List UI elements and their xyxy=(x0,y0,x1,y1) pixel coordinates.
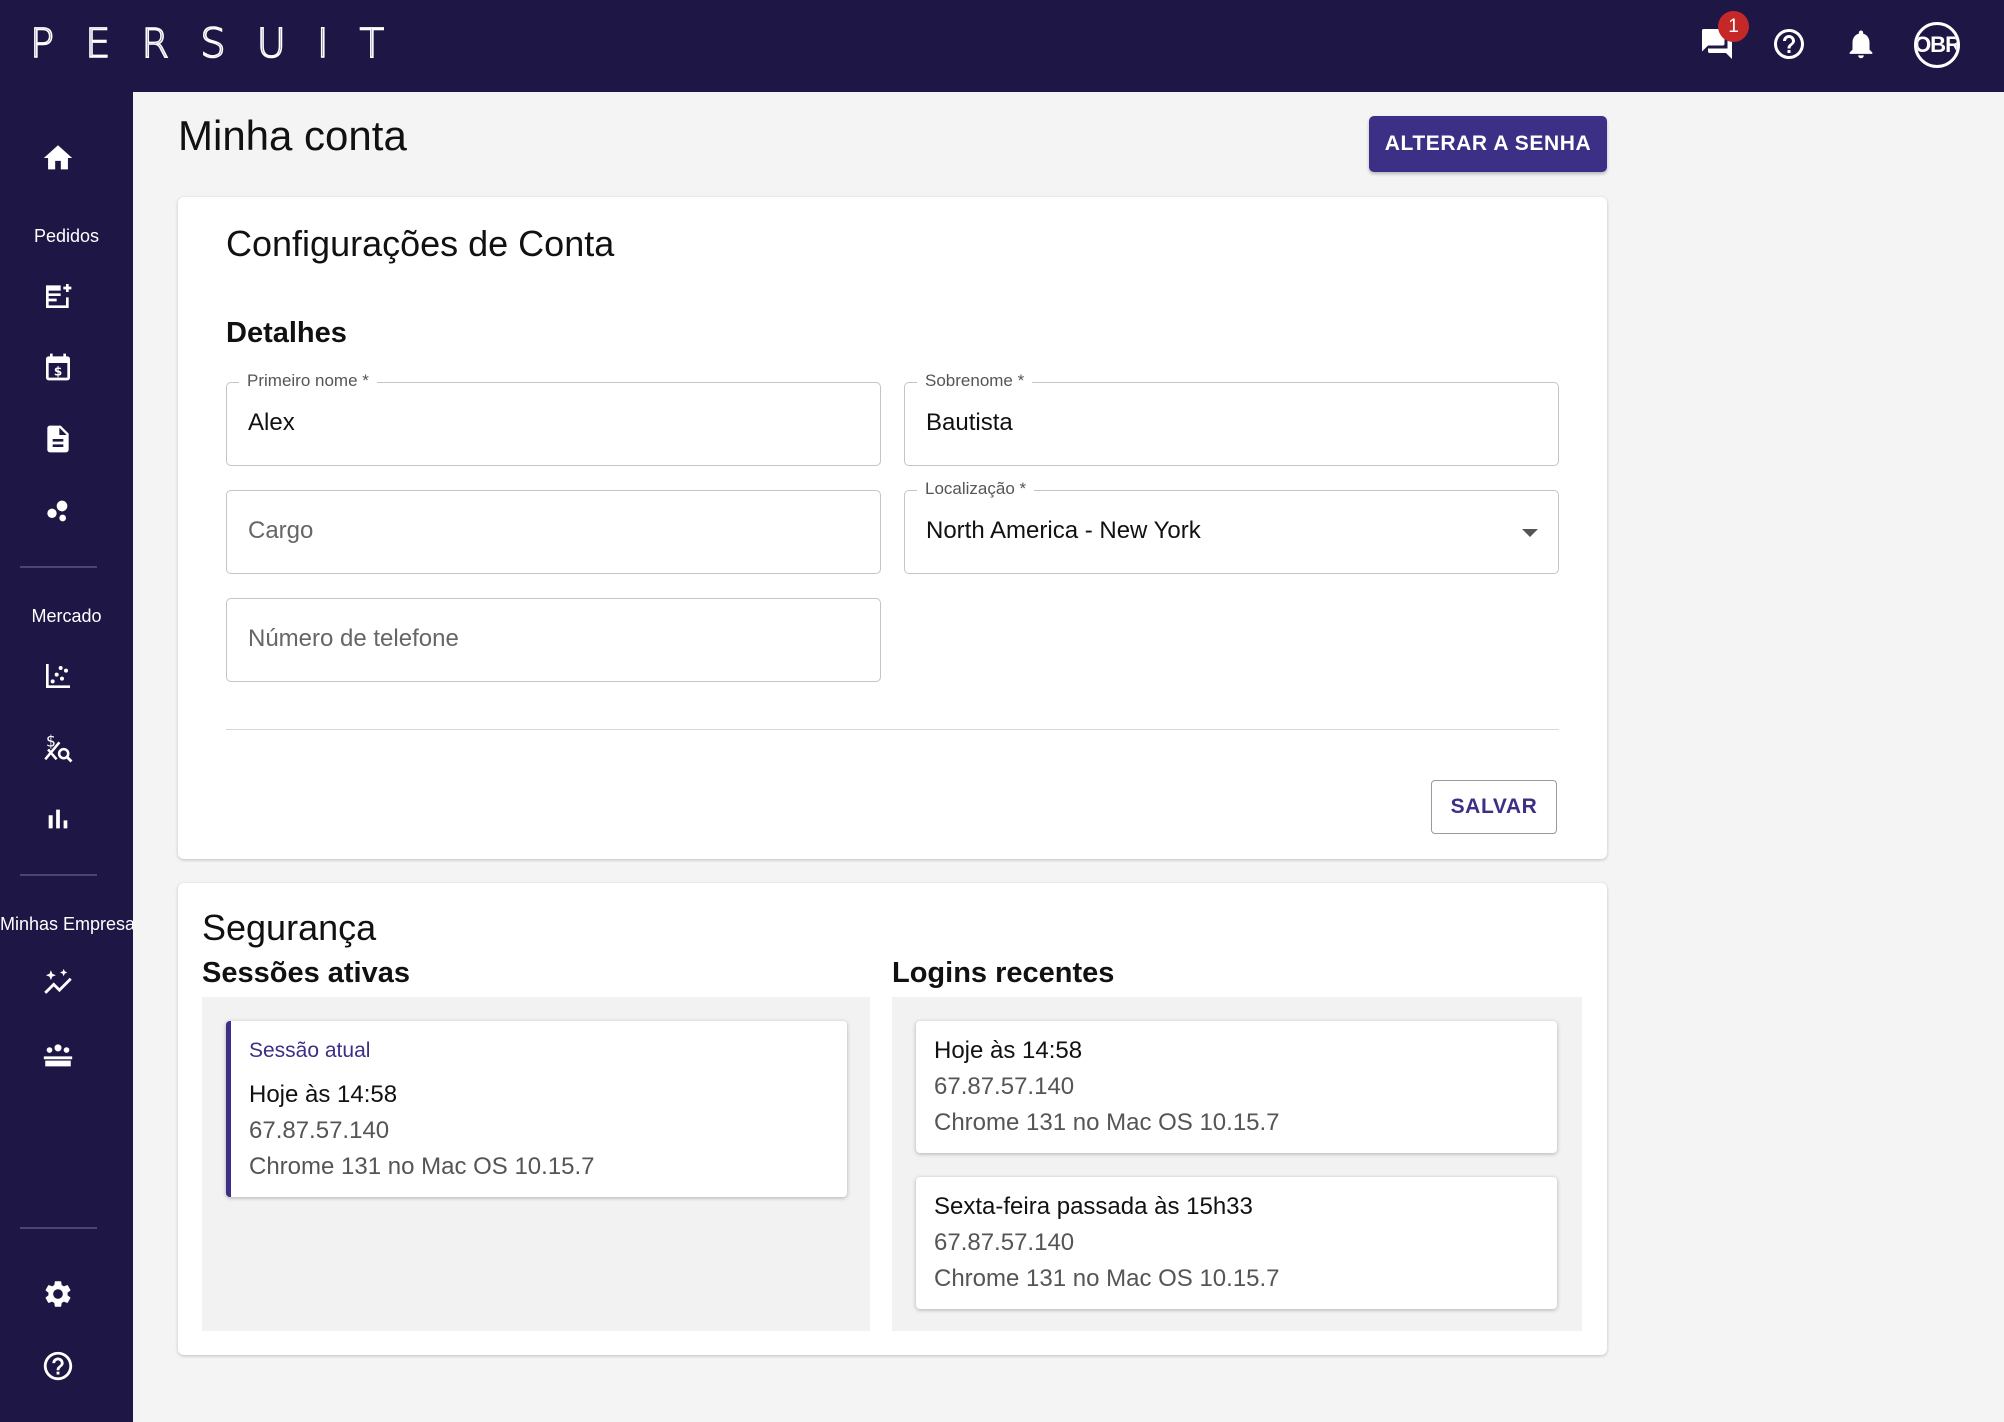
phone-placeholder: Número de telefone xyxy=(248,625,459,652)
help-icon xyxy=(43,1351,73,1381)
change-password-button[interactable]: ALTERAR A SENHA xyxy=(1369,116,1607,172)
location-select[interactable]: Localização * North America - New York xyxy=(904,479,1559,574)
notifications-button[interactable] xyxy=(1839,22,1883,66)
svg-text:$: $ xyxy=(54,365,62,379)
sidebar-item-home[interactable] xyxy=(36,136,80,180)
persuit-logo[interactable]: P E R S U I T xyxy=(29,21,385,67)
account-settings-title: Configurações de Conta xyxy=(226,223,615,264)
session-browser: Chrome 131 no Mac OS 10.15.7 xyxy=(249,1153,595,1180)
dropdown-arrow-icon xyxy=(1522,529,1538,537)
job-title-placeholder: Cargo xyxy=(248,517,314,544)
notification-badge: 1 xyxy=(1718,11,1749,42)
sparkle-trend-icon xyxy=(44,968,72,994)
logo-letter: S xyxy=(199,21,226,67)
settings-icon xyxy=(45,1281,71,1307)
login-time: Hoje às 14:58 xyxy=(934,1037,1083,1064)
sidebar-item-scatter[interactable] xyxy=(36,654,80,698)
login-card: Sexta-feira passada às 15h33 67.87.57.14… xyxy=(916,1177,1557,1309)
top-bar: P E R S U I T 1 OBR xyxy=(0,0,2004,92)
sidebar-section-orders: Pedidos xyxy=(33,226,100,246)
divider xyxy=(226,729,1559,730)
sidebar-divider xyxy=(20,566,97,568)
save-button[interactable]: SALVAR xyxy=(1431,780,1557,834)
group-icon xyxy=(43,1044,73,1067)
sidebar-item-insights[interactable] xyxy=(36,961,80,1005)
sidebar-item-teams[interactable] xyxy=(36,1033,80,1077)
home-icon xyxy=(43,145,73,170)
sidebar-item-bubbles[interactable] xyxy=(36,488,80,532)
login-time: Sexta-feira passada às 15h33 xyxy=(934,1193,1253,1220)
last-name-value: Bautista xyxy=(926,409,1013,436)
login-ip: 67.87.57.140 xyxy=(934,1073,1075,1100)
current-session-card: Sessão atual Hoje às 14:58 67.87.57.140 … xyxy=(226,1021,847,1197)
help-button[interactable] xyxy=(1767,22,1811,66)
details-heading: Detalhes xyxy=(226,317,347,349)
logo-letter: E xyxy=(84,21,111,67)
logo-letter: I xyxy=(316,21,329,67)
login-ip: 67.87.57.140 xyxy=(934,1229,1075,1256)
login-browser: Chrome 131 no Mac OS 10.15.7 xyxy=(934,1265,1280,1292)
bubbles-icon xyxy=(47,500,68,522)
security-card: Segurança Sessões ativas Logins recentes… xyxy=(178,883,1607,1355)
logo-letter: U xyxy=(256,21,287,67)
sidebar-item-analytics[interactable] xyxy=(36,797,80,841)
active-sessions-heading: Sessões ativas xyxy=(202,957,410,989)
sidebar-divider xyxy=(20,874,97,876)
dollar-search-icon: $ xyxy=(44,733,73,763)
sidebar-item-settings[interactable] xyxy=(36,1272,80,1316)
first-name-field[interactable]: Primeiro nome * Alex xyxy=(226,371,881,466)
logo-letter: R xyxy=(141,21,170,67)
login-browser: Chrome 131 no Mac OS 10.15.7 xyxy=(934,1109,1280,1136)
sidebar-section-companies: Minhas Empresas xyxy=(0,914,133,934)
location-value: North America - New York xyxy=(926,517,1201,544)
sidebar-section-market: Mercado xyxy=(31,606,102,626)
last-name-label: Sobrenome * xyxy=(917,371,1033,391)
first-name-label: Primeiro nome * xyxy=(239,371,377,391)
session-time: Hoje às 14:58 xyxy=(249,1081,398,1108)
logo-letter: T xyxy=(359,21,385,67)
logo-letter: P xyxy=(29,21,55,67)
last-name-field[interactable]: Sobrenome * Bautista xyxy=(904,371,1559,466)
sidebar-item-documents[interactable] xyxy=(36,417,80,461)
account-settings-card: Configurações de Conta Detalhes Primeiro… xyxy=(178,197,1607,859)
active-sessions-panel: Sessão atual Hoje às 14:58 67.87.57.140 … xyxy=(202,997,870,1331)
sidebar-item-billing[interactable]: $ xyxy=(36,345,80,389)
sidebar: Pedidos $ Mercado $ Minhas Empresas xyxy=(0,92,133,1422)
login-card: Hoje às 14:58 67.87.57.140 Chrome 131 no… xyxy=(916,1021,1557,1153)
page-title: Minha conta xyxy=(178,112,407,159)
current-session-tag: Sessão atual xyxy=(249,1039,371,1062)
new-request-icon xyxy=(46,284,72,308)
location-label: Localização * xyxy=(917,479,1035,499)
help-circle-icon xyxy=(1774,29,1804,59)
security-title: Segurança xyxy=(202,907,377,948)
calendar-dollar-icon: $ xyxy=(46,353,70,381)
recent-logins-panel: Hoje às 14:58 67.87.57.140 Chrome 131 no… xyxy=(892,997,1582,1331)
job-title-field[interactable]: Cargo xyxy=(226,490,881,574)
first-name-value: Alex xyxy=(248,409,295,436)
session-ip: 67.87.57.140 xyxy=(249,1117,390,1144)
document-icon xyxy=(47,425,69,453)
sidebar-item-price-search[interactable]: $ xyxy=(36,726,80,770)
recent-logins-heading: Logins recentes xyxy=(892,957,1115,989)
phone-field[interactable]: Número de telefone xyxy=(226,598,881,682)
scatter-chart-icon xyxy=(46,664,70,688)
sidebar-item-new-request[interactable] xyxy=(36,274,80,318)
sidebar-divider xyxy=(20,1227,97,1229)
sidebar-item-help[interactable] xyxy=(36,1344,80,1388)
bell-icon xyxy=(1849,30,1873,59)
user-avatar[interactable]: OBR xyxy=(1914,22,1960,68)
bar-chart-icon xyxy=(48,809,68,829)
